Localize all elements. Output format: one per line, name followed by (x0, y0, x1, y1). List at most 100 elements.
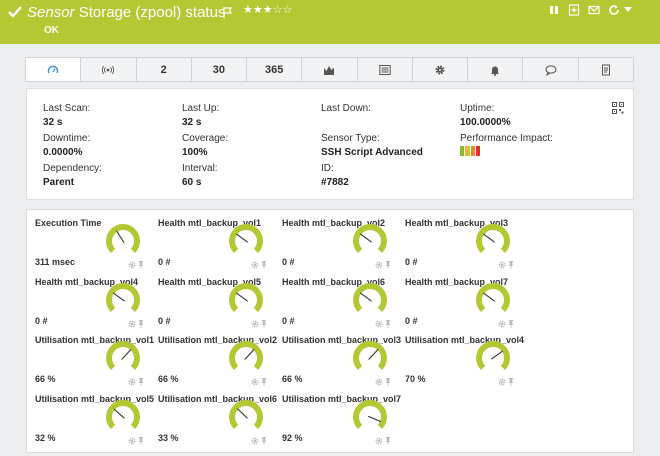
coverage-label: Coverage: (182, 133, 229, 144)
channel-gauge[interactable]: Health mtl_backup_vol7 0 # (403, 277, 519, 333)
gear-icon[interactable] (251, 261, 259, 269)
gear-icon[interactable] (128, 378, 136, 386)
channel-gauge[interactable]: Utilisation mtl_backup_vol3 66 % (280, 335, 401, 391)
gear-icon[interactable] (251, 320, 259, 328)
pin-icon[interactable] (138, 437, 144, 445)
qr-code-icon[interactable] (612, 102, 624, 114)
performance-impact-segment (470, 146, 475, 156)
chart-icon (324, 65, 335, 75)
sensor-id: ID: #7882 (321, 163, 349, 188)
tab-log[interactable] (358, 58, 413, 81)
channel-gauge[interactable]: Utilisation mtl_backup_vol7 92 % (280, 394, 401, 450)
channel-gauge[interactable]: Utilisation mtl_backup_vol4 70 % (403, 335, 524, 391)
gear-icon[interactable] (128, 437, 136, 445)
tab-history[interactable] (579, 58, 633, 81)
gear-icon[interactable] (375, 320, 383, 328)
channel-gauges-panel: Execution Time 311 msec Health mtl_backup_… (26, 209, 634, 453)
gauge-value: 92 % (282, 433, 303, 443)
interval: Interval: 60 s (182, 163, 218, 188)
channel-gauge[interactable]: Health mtl_backup_vol1 0 # (156, 218, 272, 274)
pin-icon[interactable] (508, 261, 514, 269)
gauge-value: 0 # (35, 316, 48, 326)
channel-gauge[interactable]: Health mtl_backup_vol2 0 # (280, 218, 396, 274)
channel-gauge[interactable]: Execution Time 311 msec (33, 218, 149, 274)
chevron-down-icon[interactable] (624, 7, 632, 13)
pin-icon[interactable] (385, 261, 391, 269)
gear-icon[interactable] (251, 378, 259, 386)
history-icon (601, 64, 610, 75)
gauge-dial (106, 224, 140, 254)
gauge-icon (47, 65, 59, 73)
gear-icon[interactable] (375, 437, 383, 445)
last-down-label: Last Down: (321, 103, 372, 114)
sensor-type-label: Sensor Type: (321, 133, 380, 144)
pin-icon[interactable] (261, 437, 267, 445)
tab-30days[interactable]: 30 (192, 58, 248, 81)
last-scan-value: 32 s (43, 117, 63, 128)
gear-icon[interactable] (498, 261, 506, 269)
gear-icon[interactable] (375, 261, 383, 269)
gear-icon[interactable] (128, 261, 136, 269)
pin-icon[interactable] (385, 320, 391, 328)
gauge-value: 0 # (405, 257, 418, 267)
gear-icon[interactable] (128, 320, 136, 328)
pin-icon[interactable] (508, 378, 514, 386)
pin-icon[interactable] (138, 261, 144, 269)
channel-gauge[interactable]: Health mtl_backup_vol4 0 # (33, 277, 149, 333)
pin-icon[interactable] (261, 261, 267, 269)
channel-gauge[interactable]: Health mtl_backup_vol6 0 # (280, 277, 396, 333)
channel-gauge[interactable]: Utilisation mtl_backup_vol1 66 % (33, 335, 154, 391)
tab-comments[interactable] (523, 58, 579, 81)
bell-icon (491, 66, 500, 76)
gauge-value: 311 msec (35, 257, 76, 267)
priority-stars[interactable]: ★★★☆☆ (243, 3, 292, 16)
performance-impact: Performance Impact: (460, 133, 553, 144)
gauge-dial (353, 283, 387, 313)
pin-icon[interactable] (385, 378, 391, 386)
pin-icon[interactable] (261, 378, 267, 386)
gear-icon (435, 65, 445, 74)
tab-historic[interactable] (302, 58, 358, 81)
gear-icon[interactable] (498, 320, 506, 328)
sensor-type: Sensor Type: SSH Script Advanced (321, 133, 423, 158)
check-icon (8, 6, 22, 18)
downtime-label: Downtime: (43, 133, 91, 144)
flag-icon[interactable] (223, 7, 233, 18)
dependency-value[interactable]: Parent (43, 177, 102, 188)
pin-icon[interactable] (138, 320, 144, 328)
channel-gauge[interactable]: Health mtl_backup_vol3 0 # (403, 218, 519, 274)
channel-gauge[interactable]: Utilisation mtl_backup_vol6 33 % (156, 394, 277, 450)
pin-icon[interactable] (261, 320, 267, 328)
channel-gauge[interactable]: Utilisation mtl_backup_vol2 66 % (156, 335, 277, 391)
channel-gauge[interactable]: Utilisation mtl_backup_vol5 32 % (33, 394, 154, 450)
pause-icon[interactable] (548, 4, 560, 16)
refresh-icon[interactable] (608, 4, 620, 16)
sensor-id-value: #7882 (321, 177, 349, 188)
pin-icon[interactable] (508, 320, 514, 328)
gear-icon[interactable] (498, 378, 506, 386)
downtime: Downtime: 0.0000% (43, 133, 90, 158)
sensor-type-value: SSH Script Advanced (321, 147, 423, 158)
title-sensor-name: Storage (zpool) status (74, 4, 226, 21)
gauge-dial (229, 341, 263, 371)
add-icon[interactable] (568, 4, 580, 16)
gauge-dial (476, 341, 510, 371)
performance-impact-segment (475, 146, 480, 156)
gauge-value: 32 % (35, 433, 56, 443)
tab-live[interactable] (81, 58, 137, 81)
gauge-value: 0 # (158, 316, 171, 326)
tab-notifications[interactable] (468, 58, 524, 81)
tab-2days[interactable]: 2 (137, 58, 192, 81)
gear-icon[interactable] (251, 437, 259, 445)
gear-icon[interactable] (375, 378, 383, 386)
tab-settings[interactable] (413, 58, 469, 81)
performance-impact-label: Performance Impact: (460, 133, 553, 144)
last-up-value: 32 s (182, 117, 202, 128)
pin-icon[interactable] (385, 437, 391, 445)
tab-overview[interactable] (26, 58, 82, 81)
gauge-dial (353, 341, 387, 371)
channel-gauge[interactable]: Health mtl_backup_vol5 0 # (156, 277, 272, 333)
email-icon[interactable] (588, 4, 600, 16)
tab-365days[interactable]: 365 (247, 58, 303, 81)
pin-icon[interactable] (138, 378, 144, 386)
